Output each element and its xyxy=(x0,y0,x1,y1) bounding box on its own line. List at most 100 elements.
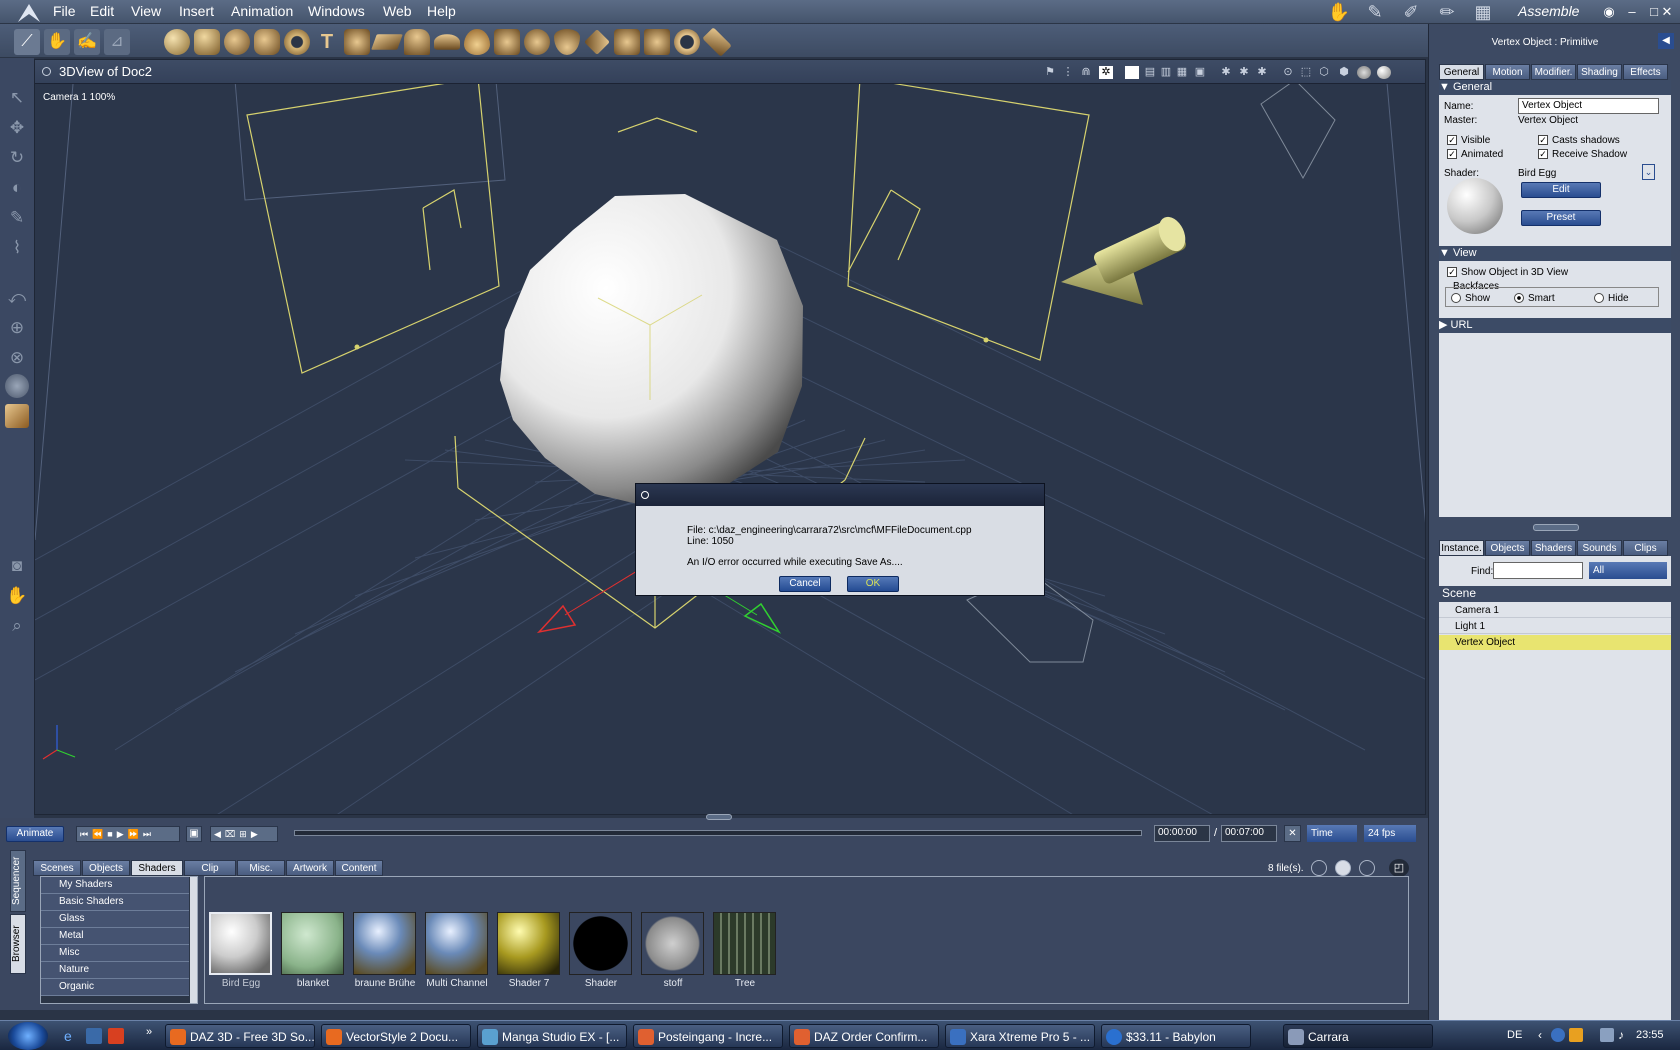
taskbar-manga-studio[interactable]: Manga Studio EX - [... xyxy=(477,1024,627,1048)
tree-icon[interactable] xyxy=(404,29,430,55)
visible-checkbox[interactable]: ✓ xyxy=(1447,135,1457,145)
minimize-icon[interactable]: – xyxy=(1623,4,1641,20)
taskbar-daz-order[interactable]: DAZ Order Confirm... xyxy=(789,1024,939,1048)
ie-icon[interactable]: e xyxy=(64,1028,80,1044)
direction-icon[interactable]: ⊙ xyxy=(1281,66,1295,79)
scale-icon[interactable]: ◐ xyxy=(5,176,29,200)
taskbar-vectorstyle[interactable]: VectorStyle 2 Docu... xyxy=(321,1024,471,1048)
category-nature[interactable]: Nature xyxy=(41,962,189,979)
tab-sounds[interactable]: Sounds xyxy=(1577,540,1622,556)
tab-clip[interactable]: Clip xyxy=(184,860,236,876)
thumb-blanket[interactable] xyxy=(281,912,344,975)
assemble-room-icon[interactable]: ✋ xyxy=(1326,2,1352,22)
tab-misc[interactable]: Misc. xyxy=(237,860,285,876)
wireframe-mode-icon[interactable]: ⬡ xyxy=(1317,66,1331,79)
menu-help[interactable]: Help xyxy=(427,3,456,19)
category-metal[interactable]: Metal xyxy=(41,928,189,945)
zoom-icon[interactable]: ⌕ xyxy=(5,614,29,638)
category-organic[interactable]: Organic xyxy=(41,979,189,996)
sphere-primitive-icon[interactable] xyxy=(164,29,190,55)
layout-grid-icon[interactable]: ▣ xyxy=(1193,66,1207,79)
view-small-icon[interactable] xyxy=(1311,860,1327,876)
show-radio[interactable] xyxy=(1451,293,1461,303)
terrain-icon[interactable] xyxy=(434,34,460,50)
cancel-button[interactable]: Cancel xyxy=(779,576,831,592)
bowl-icon[interactable] xyxy=(554,29,580,55)
category-my-shaders[interactable]: My Shaders xyxy=(41,877,189,894)
find-input[interactable] xyxy=(1493,562,1583,579)
tab-browser[interactable]: Browser xyxy=(10,914,26,974)
smart-radio[interactable] xyxy=(1514,293,1524,303)
edit-shader-button[interactable]: Edit xyxy=(1521,182,1601,198)
mail-icon[interactable] xyxy=(108,1028,124,1044)
distant-light-icon[interactable] xyxy=(494,29,520,55)
thumb-bird-egg[interactable] xyxy=(209,912,272,975)
animate-button[interactable]: Animate xyxy=(6,826,64,842)
camera-icon[interactable]: ◙ xyxy=(5,554,29,578)
link-icon[interactable]: ⊕ xyxy=(5,316,29,340)
menu-file[interactable]: File xyxy=(53,3,76,19)
casts-shadows-checkbox[interactable]: ✓ xyxy=(1538,135,1548,145)
trackball-icon[interactable] xyxy=(5,374,29,398)
thumb-tree[interactable] xyxy=(713,912,776,975)
tray-network-icon[interactable] xyxy=(1551,1028,1565,1042)
plane-icon[interactable] xyxy=(371,34,403,50)
end-time[interactable]: 00:07:00 xyxy=(1221,825,1277,842)
panel-splitter[interactable] xyxy=(1533,524,1579,531)
render-room-icon[interactable]: ▦ xyxy=(1470,2,1496,22)
taskbar-babylon[interactable]: $33.11 - Babylon xyxy=(1101,1024,1251,1048)
browser-options-icon[interactable]: ◰ xyxy=(1389,859,1409,877)
flat-mode-icon[interactable]: ⬢ xyxy=(1337,66,1351,79)
scene-item-camera[interactable]: Camera 1 xyxy=(1439,603,1671,618)
hammer-icon[interactable] xyxy=(702,27,732,57)
view-medium-icon[interactable] xyxy=(1335,860,1351,876)
move-icon[interactable]: ✥ xyxy=(5,116,29,140)
bone-icon[interactable] xyxy=(584,29,610,55)
shader-preview[interactable] xyxy=(1447,178,1503,234)
tab-objects[interactable]: Objects xyxy=(1485,540,1530,556)
clock[interactable]: 23:55 xyxy=(1636,1029,1664,1041)
category-scrollbar[interactable] xyxy=(190,877,197,1003)
menu-animation[interactable]: Animation xyxy=(231,3,293,19)
taskbar-daz3d[interactable]: DAZ 3D - Free 3D So... xyxy=(165,1024,315,1048)
eye-icon[interactable]: ◉ xyxy=(1600,4,1618,20)
wand-tool-icon[interactable]: ⟋ xyxy=(14,29,40,55)
tab-instances[interactable]: Instance. xyxy=(1439,540,1484,556)
shader-dropdown-icon[interactable]: ⌄ xyxy=(1642,164,1655,180)
view-splitter[interactable] xyxy=(706,814,732,820)
goblet-icon[interactable] xyxy=(194,29,220,55)
ok-button[interactable]: OK xyxy=(847,576,899,592)
category-basic-shaders[interactable]: Basic Shaders xyxy=(41,894,189,911)
tab-sequencer[interactable]: Sequencer xyxy=(10,850,26,912)
category-misc[interactable]: Misc xyxy=(41,945,189,962)
ik-icon[interactable]: ⤺ xyxy=(5,286,29,310)
layout-three-icon[interactable]: ▥ xyxy=(1159,66,1173,79)
time-scrubber[interactable] xyxy=(294,830,1142,836)
scene-item-light[interactable]: Light 1 xyxy=(1439,619,1671,634)
scene-header[interactable]: Scene xyxy=(1439,586,1671,602)
transport-controls[interactable]: ⏮⏪■▶⏩⏭ xyxy=(76,826,180,842)
section-general[interactable]: ▼ General xyxy=(1439,80,1671,95)
globe-icon[interactable] xyxy=(224,29,250,55)
vertex-object-egg[interactable] xyxy=(500,194,803,508)
storyboard-room-icon[interactable]: ✐ xyxy=(1398,2,1424,22)
light-arrow[interactable] xyxy=(1061,213,1190,305)
more-icon[interactable]: » xyxy=(146,1026,152,1038)
menu-insert[interactable]: Insert xyxy=(179,3,214,19)
show-in-3d-checkbox[interactable]: ✓ xyxy=(1447,267,1457,277)
layout-four-icon[interactable]: ▦ xyxy=(1175,66,1189,79)
tray-arrow-icon[interactable]: ‹ xyxy=(1538,1028,1542,1042)
menu-windows[interactable]: Windows xyxy=(308,3,365,19)
tab-effects[interactable]: Effects xyxy=(1623,64,1668,80)
category-glass[interactable]: Glass xyxy=(41,911,189,928)
tab-content[interactable]: Content xyxy=(335,860,383,876)
text-tool-icon[interactable]: T xyxy=(314,29,340,55)
nodes-icon[interactable]: ⋒ xyxy=(1079,66,1093,79)
current-time[interactable]: 00:00:00 xyxy=(1154,825,1210,842)
tray-display-icon[interactable] xyxy=(1600,1028,1614,1042)
tab-shaders[interactable]: Shaders xyxy=(1531,540,1576,556)
shaded-mode-icon[interactable] xyxy=(1357,66,1371,79)
thumb-shader-7[interactable] xyxy=(497,912,560,975)
metaball-icon[interactable] xyxy=(344,29,370,55)
texture-box-icon[interactable] xyxy=(5,404,29,428)
